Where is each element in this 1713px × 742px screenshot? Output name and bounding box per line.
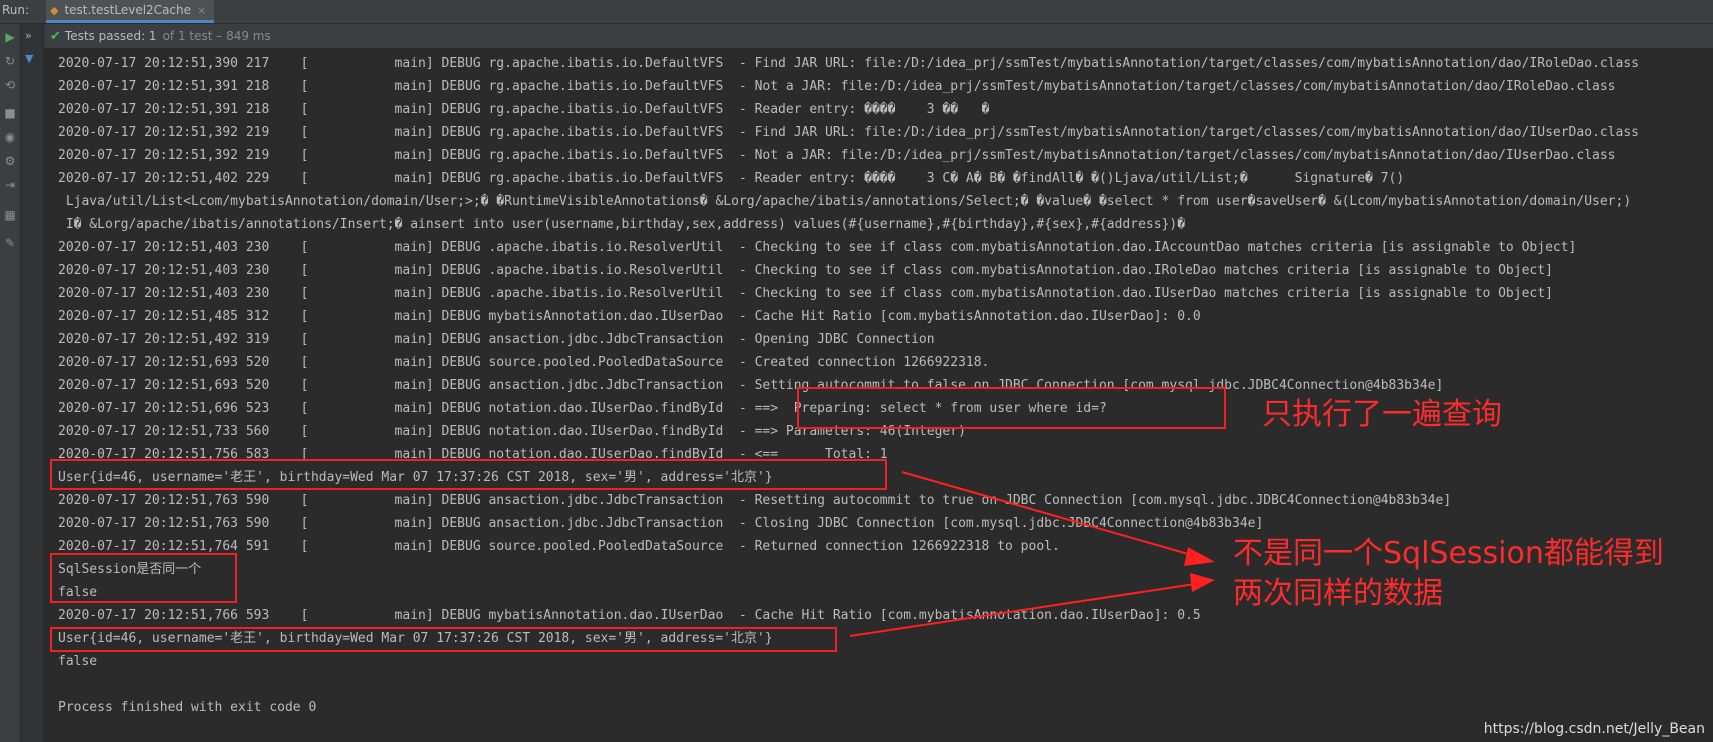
run-tab[interactable]: ◆ test.testLevel2Cache × [46, 0, 215, 23]
console-line: 2020-07-17 20:12:51,403 230 [ main] DEBU… [58, 286, 1553, 301]
gear-icon[interactable]: ⚙ [3, 154, 17, 168]
annotation-same-data-line1: 不是同一个SqlSession都能得到 [1233, 536, 1664, 571]
pin-icon[interactable]: ✎ [3, 236, 17, 250]
annotation-single-query: 只执行了一遍查询 [1262, 397, 1502, 432]
console-line: Process finished with exit code 0 [58, 700, 317, 715]
console-line: 2020-07-17 20:12:51,492 319 [ main] DEBU… [58, 332, 935, 347]
test-tree-column: » ▼ [21, 24, 43, 742]
console-line: Ljava/util/List<Lcom/mybatisAnnotation/d… [58, 194, 1632, 209]
play-icon[interactable]: ▶ [3, 30, 17, 44]
console-line: 2020-07-17 20:12:51,391 218 [ main] DEBU… [58, 102, 990, 117]
test-status-bar: ✔ Tests passed: 1 of 1 test – 849 ms [44, 24, 1713, 48]
console-line: 2020-07-17 20:12:51,693 520 [ main] DEBU… [58, 355, 990, 370]
console-line: 2020-07-17 20:12:51,766 593 [ main] DEBU… [58, 608, 1201, 623]
run-tab-label: test.testLevel2Cache [64, 3, 192, 17]
run-label: Run: [2, 3, 30, 17]
console-line: 2020-07-17 20:12:51,390 217 [ main] DEBU… [58, 56, 1639, 71]
console-line: 2020-07-17 20:12:51,402 229 [ main] DEBU… [58, 171, 1405, 186]
watermark: https://blog.csdn.net/Jelly_Bean [1483, 721, 1705, 737]
check-icon: ✔ [50, 28, 61, 44]
console-line: 2020-07-17 20:12:51,403 230 [ main] DEBU… [58, 263, 1553, 278]
chevron-double-right-icon[interactable]: » [25, 29, 32, 42]
console-line: 2020-07-17 20:12:51,763 590 [ main] DEBU… [58, 516, 1264, 531]
console-line: 2020-07-17 20:12:51,392 219 [ main] DEBU… [58, 148, 1616, 163]
highlight-box-preparing [797, 387, 1226, 429]
close-icon[interactable]: × [197, 4, 206, 17]
console-line: 2020-07-17 20:12:51,392 219 [ main] DEBU… [58, 125, 1639, 140]
stop-icon[interactable]: ■ [3, 106, 17, 120]
highlight-box-user-result-2 [50, 627, 837, 652]
rerun-failed-icon[interactable]: ⟲ [3, 78, 17, 92]
exit-icon[interactable]: ⇥ [3, 178, 17, 192]
console-line: 2020-07-17 20:12:51,403 230 [ main] DEBU… [58, 240, 1577, 255]
rerun-icon[interactable]: ↻ [3, 54, 17, 68]
console-line: 2020-07-17 20:12:51,391 218 [ main] DEBU… [58, 79, 1616, 94]
console-line: 2020-07-17 20:12:51,485 312 [ main] DEBU… [58, 309, 1201, 324]
junit-icon: ◆ [50, 3, 59, 17]
highlight-box-user-result-1 [50, 459, 887, 490]
console-line: 2020-07-17 20:12:51,693 520 [ main] DEBU… [58, 378, 1444, 393]
collapse-arrow-icon[interactable]: ▼ [25, 52, 33, 65]
annotation-same-data-line2: 两次同样的数据 [1233, 576, 1443, 611]
highlight-box-sqlsession [50, 553, 237, 603]
console-line: 2020-07-17 20:12:51,763 590 [ main] DEBU… [58, 493, 1452, 508]
layout-icon[interactable]: ▦ [3, 208, 17, 222]
console-line: I� &Lorg/apache/ibatis/annotations/Inser… [58, 217, 1186, 232]
console-line: false [58, 654, 98, 669]
run-toolbar: Run: ◆ test.testLevel2Cache × [0, 0, 1713, 24]
camera-icon[interactable]: ◉ [3, 130, 17, 144]
tests-detail: of 1 test – 849 ms [162, 29, 271, 43]
tests-passed-label: Tests passed: 1 [64, 29, 157, 43]
run-tool-strip: ▶ ↻ ⟲ ■ ◉ ⚙ ⇥ ▦ ✎ [0, 24, 20, 742]
